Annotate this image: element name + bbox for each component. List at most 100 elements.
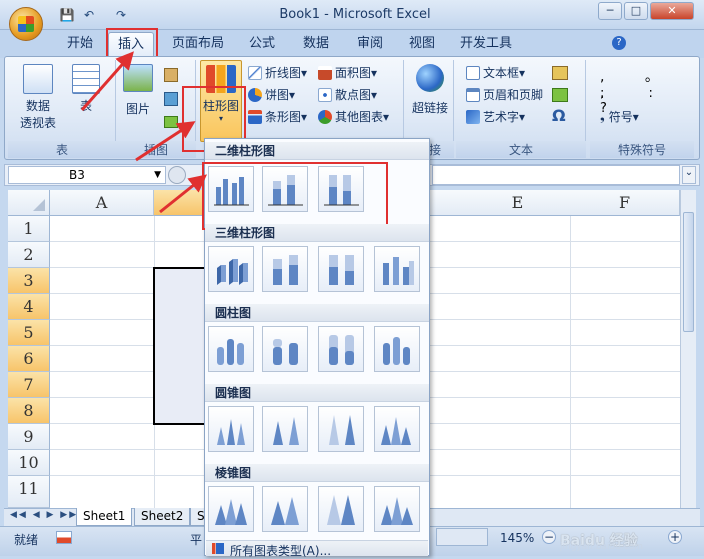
chart-cone-clustered[interactable] bbox=[208, 406, 254, 452]
omega-symbol-icon[interactable]: Ω bbox=[552, 106, 566, 125]
chart-3d-clustered-column[interactable] bbox=[208, 246, 254, 292]
row-header-1[interactable]: 1 bbox=[8, 216, 50, 242]
redo-icon[interactable]: ↷ bbox=[112, 6, 130, 24]
line-chart-button[interactable]: 折线图 ▾ bbox=[248, 64, 307, 81]
row-header-11[interactable]: 11 bbox=[8, 476, 50, 508]
table-label: 表 bbox=[79, 99, 92, 113]
chart-cone-stacked[interactable] bbox=[262, 406, 308, 452]
tab-review[interactable]: 审阅 bbox=[348, 32, 392, 56]
chart-cylinder-clustered[interactable] bbox=[208, 326, 254, 372]
hyperlink-label: 超链接 bbox=[411, 101, 448, 115]
chart-pyramid-stacked[interactable] bbox=[262, 486, 308, 532]
signature-icon[interactable] bbox=[552, 66, 568, 80]
highlight-insert-tab bbox=[106, 28, 158, 58]
tab-developer[interactable]: 开发工具 bbox=[456, 32, 516, 56]
sheet-tab-2[interactable]: Sheet2 bbox=[134, 508, 191, 526]
tab-home[interactable]: 开始 bbox=[58, 32, 102, 56]
macro-record-icon[interactable] bbox=[56, 531, 72, 544]
row-header-4[interactable]: 4 bbox=[8, 294, 50, 320]
col-header-a[interactable]: A bbox=[50, 190, 154, 216]
row-header-2[interactable]: 2 bbox=[8, 242, 50, 268]
group-label-tables: 表 bbox=[8, 141, 116, 158]
chart-3d-column[interactable] bbox=[374, 246, 420, 292]
status-ready: 就绪 bbox=[14, 533, 39, 547]
zoom-level[interactable]: 145% bbox=[500, 531, 534, 545]
scrollbar-thumb[interactable] bbox=[683, 212, 694, 332]
formula-expand-icon[interactable] bbox=[168, 166, 186, 184]
hyperlink-button[interactable]: 超链接 bbox=[408, 64, 452, 116]
all-chart-types-button[interactable]: 所有图表类型(A)... bbox=[206, 540, 428, 558]
highlight-2d-column bbox=[202, 162, 388, 230]
section-3d-column: 三维柱形图 bbox=[205, 224, 429, 242]
pivot-table-button[interactable]: 数据 透视表 bbox=[14, 64, 62, 131]
row-header-10[interactable]: 10 bbox=[8, 450, 50, 476]
symbol-button[interactable]: ❟ 符号 ▾ bbox=[600, 108, 639, 125]
tab-view[interactable]: 视图 bbox=[400, 32, 444, 56]
table-button[interactable]: 表 bbox=[68, 64, 104, 114]
row-header-9[interactable]: 9 bbox=[8, 424, 50, 450]
sheet-nav-icons[interactable]: ◀◀ ◀ ▶ ▶▶ bbox=[10, 510, 78, 520]
picture-icon bbox=[123, 64, 153, 92]
chart-cone-3d[interactable] bbox=[374, 406, 420, 452]
chart-cylinder-100-stacked[interactable] bbox=[318, 326, 364, 372]
grid-line bbox=[570, 216, 571, 508]
window-title: Book1 - Microsoft Excel bbox=[279, 7, 431, 22]
row-header-7[interactable]: 7 bbox=[8, 372, 50, 398]
chart-pyramid-100-stacked[interactable] bbox=[318, 486, 364, 532]
scatter-chart-button[interactable]: 散点图 ▾ bbox=[318, 86, 377, 103]
other-charts-button[interactable]: 其他图表 ▾ bbox=[318, 108, 389, 125]
row-header-5[interactable]: 5 bbox=[8, 320, 50, 346]
header-footer-button[interactable]: 页眉和页脚 bbox=[466, 86, 543, 103]
tab-data[interactable]: 数据 bbox=[294, 32, 338, 56]
chart-pyramid-clustered[interactable] bbox=[208, 486, 254, 532]
chart-3d-stacked-column[interactable] bbox=[262, 246, 308, 292]
col-header-f[interactable]: F bbox=[570, 190, 680, 216]
sheet-tab-1[interactable]: Sheet1 bbox=[76, 508, 133, 526]
row-header-8[interactable]: 8 bbox=[8, 398, 50, 424]
formula-input[interactable] bbox=[432, 165, 680, 185]
wordart-button[interactable]: 艺术字 ▾ bbox=[466, 108, 525, 125]
chart-pyramid-3d[interactable] bbox=[374, 486, 420, 532]
chart-cone-100-stacked[interactable] bbox=[318, 406, 364, 452]
smartart-icon[interactable] bbox=[164, 116, 178, 128]
section-2d-column: 二维柱形图 bbox=[205, 142, 429, 160]
table-icon bbox=[72, 64, 100, 94]
col-header-b[interactable] bbox=[154, 190, 204, 216]
chart-3d-100-stacked-column[interactable] bbox=[318, 246, 364, 292]
object-icon[interactable] bbox=[552, 88, 568, 102]
shapes-icon[interactable] bbox=[164, 92, 178, 106]
row-header-6[interactable]: 6 bbox=[8, 346, 50, 372]
save-icon[interactable]: 💾 bbox=[58, 6, 76, 24]
watermark-url: jingyan.baidu.com bbox=[560, 542, 644, 552]
section-cylinder: 圆柱图 bbox=[205, 304, 429, 322]
close-button[interactable]: ✕ bbox=[650, 2, 694, 20]
formula-collapse-icon[interactable]: ⌄ bbox=[682, 166, 696, 184]
maximize-button[interactable]: □ bbox=[624, 2, 648, 20]
select-all-corner[interactable] bbox=[8, 190, 50, 216]
office-button[interactable] bbox=[9, 7, 43, 41]
bar-chart-button[interactable]: 条形图 ▾ bbox=[248, 108, 307, 125]
vertical-scrollbar[interactable] bbox=[680, 190, 696, 508]
office-logo-icon bbox=[18, 16, 34, 32]
row-header-3[interactable]: 3 bbox=[8, 268, 50, 294]
zoom-in-icon[interactable]: + bbox=[668, 530, 682, 544]
section-pyramid: 棱锥图 bbox=[205, 464, 429, 482]
chart-types-icon bbox=[212, 543, 224, 554]
area-chart-button[interactable]: 面积图 ▾ bbox=[318, 64, 377, 81]
tab-formulas[interactable]: 公式 bbox=[240, 32, 284, 56]
chart-cylinder-stacked[interactable] bbox=[262, 326, 308, 372]
tab-page-layout[interactable]: 页面布局 bbox=[168, 32, 228, 56]
undo-icon[interactable]: ↶ bbox=[80, 6, 98, 24]
chart-cylinder-3d[interactable] bbox=[374, 326, 420, 372]
textbox-button[interactable]: 文本框 ▾ bbox=[466, 64, 525, 81]
pie-chart-button[interactable]: 饼图 ▾ bbox=[248, 86, 295, 103]
minimize-button[interactable]: ─ bbox=[598, 2, 622, 20]
picture-label: 图片 bbox=[125, 102, 150, 116]
picture-button[interactable]: 图片 bbox=[120, 64, 156, 117]
clipart-icon[interactable] bbox=[164, 68, 178, 82]
view-buttons[interactable] bbox=[436, 528, 488, 546]
zoom-out-icon[interactable]: − bbox=[542, 530, 556, 544]
pivot-table-icon bbox=[23, 64, 53, 94]
name-box[interactable]: B3 ▼ bbox=[8, 166, 166, 184]
help-icon[interactable]: ? bbox=[612, 36, 626, 50]
